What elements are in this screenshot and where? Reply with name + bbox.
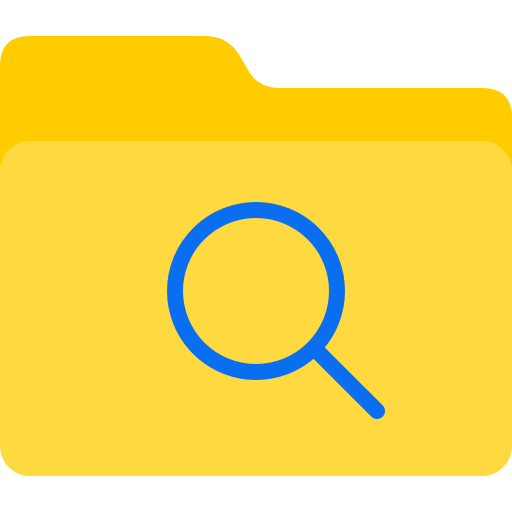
folder-search-icon [0,36,512,476]
folder-search-icon-canvas [0,0,512,512]
folder-front-icon [0,141,512,476]
